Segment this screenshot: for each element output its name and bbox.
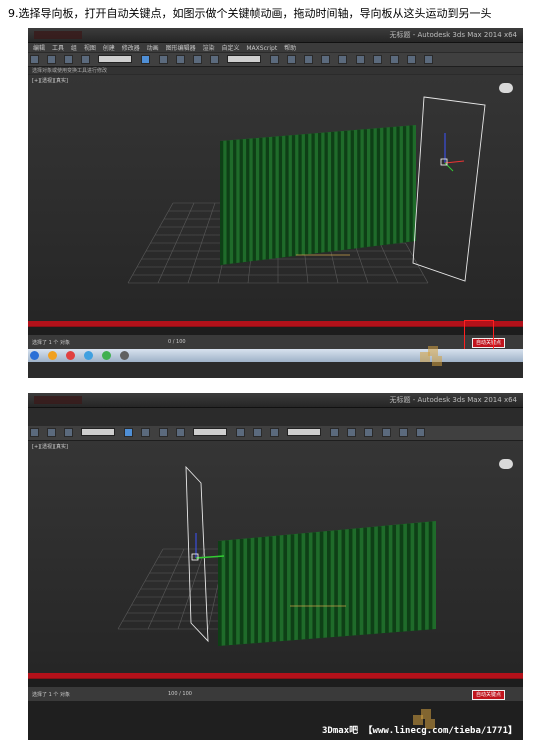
- watermark-logo-icon: [420, 346, 446, 368]
- select-object-icon[interactable]: [141, 55, 151, 64]
- curtain-object[interactable]: [218, 521, 436, 646]
- timeline-ruler[interactable]: [28, 326, 523, 335]
- snap-icon[interactable]: [235, 428, 245, 437]
- title-bar: 无标题 - Autodesk 3ds Max 2014 x64: [28, 28, 523, 43]
- reference-coord-dropdown[interactable]: [192, 428, 227, 436]
- align-icon[interactable]: [338, 55, 348, 64]
- undo-icon[interactable]: [30, 55, 39, 64]
- scene-svg: [117, 465, 436, 646]
- explorer-icon[interactable]: [48, 351, 58, 360]
- render-setup-icon[interactable]: [398, 428, 408, 437]
- reference-coord-dropdown[interactable]: [226, 55, 261, 63]
- status-text: 选择了 1 个 对象: [32, 340, 70, 346]
- footer-band: 3Dmax吧 【www.linecg.com/tieba/1771】: [28, 701, 523, 740]
- unlink-icon[interactable]: [81, 55, 91, 64]
- scale-icon[interactable]: [209, 55, 219, 64]
- scene-svg: [127, 96, 486, 284]
- menu-item[interactable]: 动画: [147, 43, 159, 52]
- curtain-object[interactable]: [220, 125, 416, 265]
- mirror-icon[interactable]: [321, 55, 331, 64]
- pivot-icon[interactable]: [270, 55, 280, 64]
- step-caption: 9.选择导向板，打开自动关键点，如图示做个关键帧动画，拖动时间轴，导向板从这头运…: [8, 7, 492, 20]
- screenshot-2: 无标题 - Autodesk 3ds Max 2014 x64 [+][透视][…: [28, 393, 523, 740]
- menu-item[interactable]: 修改器: [122, 43, 140, 52]
- start-icon[interactable]: [30, 351, 39, 360]
- named-selection-dropdown[interactable]: [287, 428, 322, 436]
- watermark-text: 3Dmax吧 【www.linecg.com/tieba/1771】: [322, 726, 517, 736]
- move-icon[interactable]: [175, 55, 185, 64]
- curve-editor-icon[interactable]: [372, 55, 382, 64]
- app-logo-icon: [34, 396, 82, 404]
- layer-icon[interactable]: [355, 55, 365, 64]
- select-object-icon[interactable]: [124, 428, 134, 437]
- render-icon[interactable]: [423, 55, 433, 64]
- mirror-icon[interactable]: [252, 428, 262, 437]
- auto-key-button[interactable]: 自动关键点: [472, 690, 506, 700]
- status-bar: 选择了 1 个 对象 0 / 100 自动关键点: [28, 320, 523, 350]
- frame-counter: 100 / 100: [168, 691, 192, 697]
- link-icon[interactable]: [64, 428, 74, 437]
- perspective-viewport[interactable]: [+][透视][真实]: [28, 441, 523, 673]
- guide-plate-object: [412, 96, 486, 282]
- redo-icon[interactable]: [47, 55, 57, 64]
- redo-icon[interactable]: [47, 428, 57, 437]
- rotate-icon[interactable]: [158, 428, 168, 437]
- rotate-icon[interactable]: [192, 55, 202, 64]
- main-toolbar: [28, 426, 523, 441]
- app-logo-icon: [34, 31, 82, 39]
- browser-icon[interactable]: [66, 351, 76, 360]
- autokey-highlight-box: [464, 320, 494, 350]
- window-title: 无标题 - Autodesk 3ds Max 2014 x64: [389, 31, 517, 39]
- undo-icon[interactable]: [30, 428, 39, 437]
- render-setup-icon[interactable]: [406, 55, 416, 64]
- menu-item[interactable]: 组: [71, 43, 77, 52]
- render-icon[interactable]: [415, 428, 425, 437]
- frame-counter: 0 / 100: [168, 339, 186, 345]
- schematic-icon[interactable]: [364, 428, 374, 437]
- select-by-name-icon[interactable]: [158, 55, 168, 64]
- screenshot-1: 无标题 - Autodesk 3ds Max 2014 x64 编辑 工具 组 …: [28, 28, 523, 378]
- perspective-viewport[interactable]: [+][透视][真实]: [28, 75, 523, 321]
- menu-item[interactable]: 视图: [84, 43, 96, 52]
- menu-item[interactable]: 编辑: [33, 43, 45, 52]
- menu-item[interactable]: 创建: [103, 43, 115, 52]
- app-icon[interactable]: [102, 351, 112, 360]
- layer-icon[interactable]: [330, 428, 340, 437]
- menu-item[interactable]: 图形编辑器: [166, 43, 196, 52]
- qq-icon[interactable]: [84, 351, 94, 360]
- windows-taskbar: [28, 349, 523, 362]
- menu-item[interactable]: 自定义: [221, 43, 239, 52]
- ribbon-hint: 选择对象或使用变换工具进行修改: [28, 67, 523, 74]
- material-editor-icon[interactable]: [389, 55, 399, 64]
- menu-item[interactable]: 渲染: [203, 43, 215, 52]
- timeline-ruler[interactable]: [28, 678, 523, 687]
- scale-icon[interactable]: [175, 428, 185, 437]
- status-text: 选择了 1 个 对象: [32, 692, 70, 698]
- angle-snap-icon[interactable]: [304, 55, 314, 64]
- move-icon[interactable]: [141, 428, 151, 437]
- 3dsmax-icon[interactable]: [120, 351, 130, 360]
- title-bar: 无标题 - Autodesk 3ds Max 2014 x64: [28, 393, 523, 408]
- menu-bar: 编辑 工具 组 视图 创建 修改器 动画 图形编辑器 渲染 自定义 MAXScr…: [28, 43, 523, 52]
- status-bar: 选择了 1 个 对象 100 / 100 自动关键点: [28, 687, 523, 701]
- selection-filter-dropdown[interactable]: [81, 428, 116, 436]
- main-toolbar: [28, 53, 523, 67]
- menu-item[interactable]: 工具: [52, 43, 64, 52]
- snap-icon[interactable]: [287, 55, 297, 64]
- material-editor-icon[interactable]: [381, 428, 391, 437]
- transform-gizmo-icon: [440, 133, 465, 172]
- menu-item[interactable]: MAXScript: [246, 45, 277, 52]
- selection-filter-dropdown[interactable]: [98, 55, 133, 63]
- curve-editor-icon[interactable]: [347, 428, 357, 437]
- window-title: 无标题 - Autodesk 3ds Max 2014 x64: [389, 396, 517, 404]
- menu-item[interactable]: 帮助: [284, 43, 296, 52]
- align-icon[interactable]: [270, 428, 280, 437]
- link-icon[interactable]: [64, 55, 74, 64]
